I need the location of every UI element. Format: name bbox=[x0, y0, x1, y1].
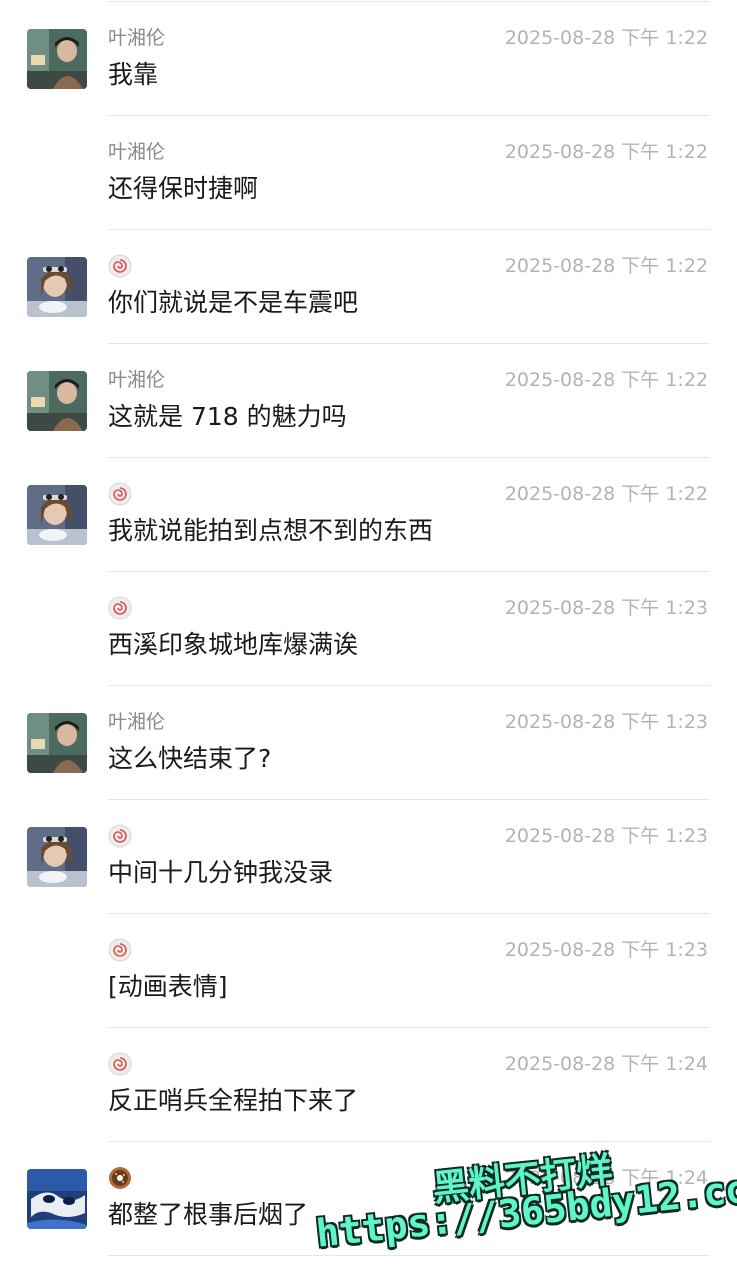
message-text: 我靠 bbox=[108, 60, 159, 89]
avatar[interactable] bbox=[27, 485, 87, 545]
chat-message[interactable]: 2025-08-28 下午 1:23 [动画表情] bbox=[0, 914, 737, 1028]
spiral-icon bbox=[108, 254, 134, 278]
message-timestamp: 2025-08-28 下午 1:22 bbox=[504, 141, 708, 163]
chat-message[interactable]: 2025-08-28 下午 1:24 反正哨兵全程拍下来了 bbox=[0, 1028, 737, 1142]
message-timestamp: 2025-08-28 下午 1:22 bbox=[504, 27, 708, 49]
chat-message[interactable]: 叶湘伦 2025-08-28 下午 1:23 这么快结束了? bbox=[0, 686, 737, 800]
message-text: 还得保时捷啊 bbox=[108, 174, 259, 203]
avatar[interactable] bbox=[27, 29, 87, 89]
sender-name: 叶湘伦 bbox=[108, 27, 166, 49]
donut-icon bbox=[108, 1166, 134, 1190]
spiral-icon bbox=[108, 938, 134, 962]
chat-message[interactable]: 2025-08-28 下午 1:22 你们就说是不是车震吧 bbox=[0, 230, 737, 344]
chat-message[interactable]: 叶湘伦 2025-08-28 下午 1:22 还得保时捷啊 bbox=[0, 116, 737, 230]
avatar[interactable] bbox=[27, 827, 87, 887]
message-text: 反正哨兵全程拍下来了 bbox=[108, 1086, 359, 1115]
message-timestamp: 2025-08-28 下午 1:23 bbox=[504, 939, 708, 961]
spiral-icon bbox=[108, 1052, 134, 1076]
chat-message[interactable]: 2025-08-28 下午 1:22 我就说能拍到点想不到的东西 bbox=[0, 458, 737, 572]
chat-message[interactable]: 叶湘伦 2025-08-28 下午 1:22 我靠 bbox=[0, 2, 737, 116]
message-text: 中间十几分钟我没录 bbox=[108, 858, 334, 887]
chat-message[interactable]: 叶湘伦 2025-08-28 下午 1:22 这就是 718 的魅力吗 bbox=[0, 344, 737, 458]
message-timestamp: 2025-08-28 下午 1:22 bbox=[504, 255, 708, 277]
avatar[interactable] bbox=[27, 1169, 87, 1229]
chat-message[interactable]: 2025-08-28 下午 1:23 中间十几分钟我没录 bbox=[0, 800, 737, 914]
message-timestamp: 2025-08-28 下午 1:23 bbox=[504, 711, 708, 733]
chat-message[interactable]: 2025-08-28 下午 1:24 都整了根事后烟了 bbox=[0, 1142, 737, 1256]
message-timestamp: 2025-08-28 下午 1:22 bbox=[504, 483, 708, 505]
message-text: 这就是 718 的魅力吗 bbox=[108, 402, 347, 431]
message-timestamp: 2025-08-28 下午 1:23 bbox=[504, 597, 708, 619]
spiral-icon bbox=[108, 824, 134, 848]
message-timestamp: 2025-08-28 下午 1:22 bbox=[504, 369, 708, 391]
chat-message[interactable]: 2025-08-28 下午 1:23 西溪印象城地库爆满诶 bbox=[0, 572, 737, 686]
divider bbox=[108, 1255, 710, 1256]
sender-name: 叶湘伦 bbox=[108, 711, 166, 733]
message-text: 西溪印象城地库爆满诶 bbox=[108, 630, 359, 659]
spiral-icon bbox=[108, 482, 134, 506]
avatar[interactable] bbox=[27, 257, 87, 317]
message-text: 都整了根事后烟了 bbox=[108, 1200, 309, 1229]
chat-history-list: 叶湘伦 2025-08-28 下午 1:22 我靠 叶湘伦 2025-08-28 下午 … bbox=[0, 0, 737, 1280]
avatar[interactable] bbox=[27, 371, 87, 431]
message-text: 这么快结束了? bbox=[108, 744, 272, 773]
message-timestamp: 2025-08-28 下午 1:23 bbox=[504, 825, 708, 847]
message-timestamp: 2025-08-28 下午 1:24 bbox=[504, 1167, 708, 1189]
spiral-icon bbox=[108, 596, 134, 620]
message-text: [动画表情] bbox=[108, 972, 228, 1001]
message-text: 你们就说是不是车震吧 bbox=[108, 288, 359, 317]
message-text: 我就说能拍到点想不到的东西 bbox=[108, 516, 434, 545]
sender-name: 叶湘伦 bbox=[108, 141, 166, 163]
avatar[interactable] bbox=[27, 713, 87, 773]
sender-name: 叶湘伦 bbox=[108, 369, 166, 391]
message-timestamp: 2025-08-28 下午 1:24 bbox=[504, 1053, 708, 1075]
